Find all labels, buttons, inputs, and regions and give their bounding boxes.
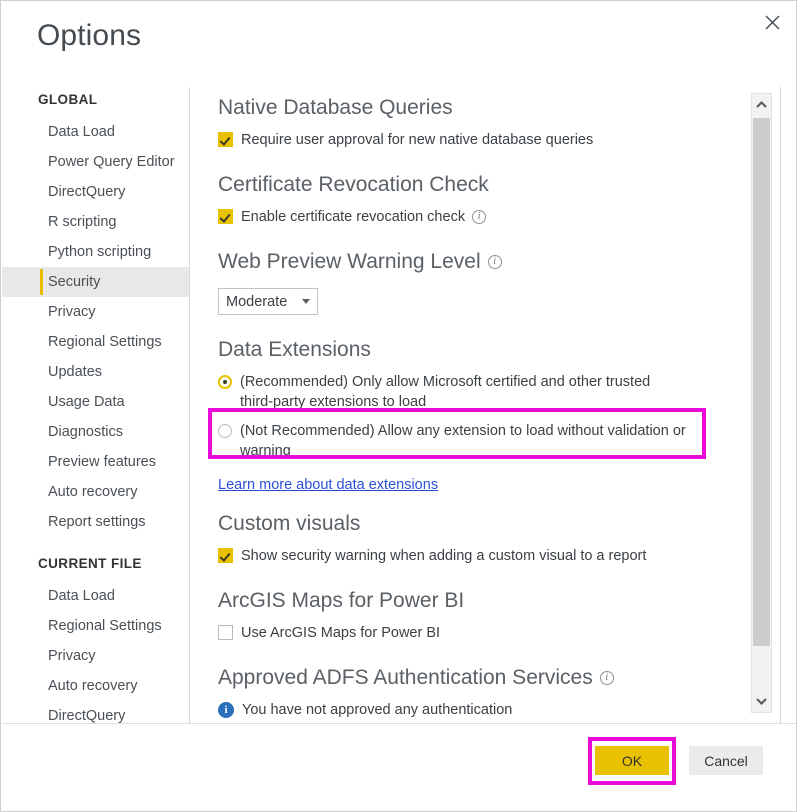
footer-divider — [2, 723, 796, 724]
section-heading-certificate-revocation-check: Certificate Revocation Check — [218, 173, 489, 196]
sidebar-item-cf-regional-settings[interactable]: Regional Settings — [2, 611, 189, 641]
section-heading-arcgis-maps: ArcGIS Maps for Power BI — [218, 589, 465, 612]
radio-recommended-extensions[interactable] — [218, 375, 232, 389]
info-circle-icon-certificate-revocation[interactable]: i — [472, 210, 487, 224]
sidebar-item-updates[interactable]: Updates — [2, 357, 189, 387]
sidebar-item-auto-recovery[interactable]: Auto recovery — [2, 477, 189, 507]
close-icon[interactable] — [749, 2, 795, 42]
checkbox-use-arcgis-maps-row[interactable]: Use ArcGIS Maps for Power BI — [218, 623, 746, 643]
nav-group-header-global: GLOBAL — [38, 92, 98, 107]
page-title: Options — [37, 19, 142, 52]
sidebar-item-preview-features[interactable]: Preview features — [2, 447, 189, 477]
adfs-status-text: You have not approved any authentication — [242, 702, 513, 718]
chevron-down-icon — [302, 299, 310, 304]
dialog-titlebar: Options — [1, 1, 796, 79]
scrollbar-thumb[interactable] — [753, 118, 770, 646]
sidebar-item-privacy[interactable]: Privacy — [2, 297, 189, 327]
sidebar-item-diagnostics[interactable]: Diagnostics — [2, 417, 189, 447]
sidebar-item-r-scripting[interactable]: R scripting — [2, 207, 189, 237]
chevron-up-icon[interactable] — [752, 94, 771, 116]
radio-recommended-extensions-label: (Recommended) Only allow Microsoft certi… — [240, 374, 651, 410]
checkbox-show-security-warning-row[interactable]: Show security warning when adding a cust… — [218, 546, 746, 566]
checkbox-require-user-approval[interactable] — [218, 132, 233, 147]
ok-button[interactable]: OK — [595, 746, 669, 775]
radio-not-recommended-extensions[interactable] — [218, 424, 232, 438]
section-heading-approved-adfs: Approved ADFS Authentication Services i — [218, 663, 746, 693]
sidebar-nav: GLOBAL Data Load Power Query Editor Dire… — [2, 87, 189, 723]
checkbox-require-user-approval-row[interactable]: Require user approval for new native dat… — [218, 130, 746, 150]
checkbox-require-user-approval-label: Require user approval for new native dat… — [241, 132, 594, 148]
sidebar-item-report-settings[interactable]: Report settings — [2, 507, 189, 537]
section-heading-web-preview-warning-level: Web Preview Warning Level i — [218, 247, 746, 277]
adfs-status-row: i You have not approved any authenticati… — [218, 700, 746, 720]
sidebar-item-cf-auto-recovery[interactable]: Auto recovery — [2, 671, 189, 701]
section-heading-native-database-queries: Native Database Queries — [218, 96, 453, 119]
chevron-down-icon[interactable] — [752, 690, 771, 712]
dialog-footer — [2, 723, 796, 811]
checkbox-enable-certificate-revocation-row[interactable]: Enable certificate revocation check i — [218, 207, 746, 227]
sidebar-item-power-query-editor[interactable]: Power Query Editor — [2, 147, 189, 177]
sidebar-item-directquery[interactable]: DirectQuery — [2, 177, 189, 207]
nav-group-header-current-file: CURRENT FILE — [38, 556, 142, 571]
info-solid-icon: i — [218, 702, 234, 718]
radio-recommended-extensions-row[interactable]: (Recommended) Only allow Microsoft certi… — [218, 372, 678, 412]
section-heading-approved-adfs-text: Approved ADFS Authentication Services — [218, 666, 593, 689]
radio-not-recommended-extensions-label: (Not Recommended) Allow any extension to… — [240, 423, 686, 459]
checkbox-use-arcgis-maps[interactable] — [218, 625, 233, 640]
options-dialog: Options GLOBAL Data Load Power Query Edi… — [0, 0, 797, 812]
cancel-button[interactable]: Cancel — [689, 746, 763, 775]
sidebar-item-data-load[interactable]: Data Load — [2, 117, 189, 147]
sidebar-item-cf-privacy[interactable]: Privacy — [2, 641, 189, 671]
section-heading-data-extensions: Data Extensions — [218, 338, 371, 361]
sidebar-item-usage-data[interactable]: Usage Data — [2, 387, 189, 417]
settings-panel: Native Database Queries Require user app… — [190, 87, 746, 723]
section-heading-custom-visuals: Custom visuals — [218, 512, 361, 535]
sidebar-item-security[interactable]: Security — [2, 267, 189, 297]
content-scrollbar[interactable] — [751, 93, 772, 713]
checkbox-use-arcgis-maps-label: Use ArcGIS Maps for Power BI — [241, 625, 441, 641]
sidebar-item-regional-settings[interactable]: Regional Settings — [2, 327, 189, 357]
checkbox-enable-certificate-revocation-label: Enable certificate revocation check — [241, 209, 466, 225]
checkbox-show-security-warning[interactable] — [218, 548, 233, 563]
checkbox-enable-certificate-revocation[interactable] — [218, 209, 233, 224]
section-heading-web-preview-warning-level-text: Web Preview Warning Level — [218, 250, 481, 273]
web-preview-warning-level-dropdown[interactable]: Moderate — [218, 288, 318, 315]
radio-not-recommended-extensions-row[interactable]: (Not Recommended) Allow any extension to… — [218, 421, 688, 461]
checkbox-show-security-warning-label: Show security warning when adding a cust… — [241, 548, 647, 564]
learn-more-data-extensions-link[interactable]: Learn more about data extensions — [218, 477, 438, 493]
sidebar-item-cf-data-load[interactable]: Data Load — [2, 581, 189, 611]
sidebar-item-python-scripting[interactable]: Python scripting — [2, 237, 189, 267]
web-preview-warning-level-value: Moderate — [226, 293, 288, 310]
info-circle-icon-web-preview[interactable]: i — [487, 255, 502, 269]
info-circle-icon-approved-adfs[interactable]: i — [599, 671, 614, 685]
content-right-divider — [780, 87, 781, 723]
sidebar-item-cf-directquery[interactable]: DirectQuery — [2, 701, 189, 723]
